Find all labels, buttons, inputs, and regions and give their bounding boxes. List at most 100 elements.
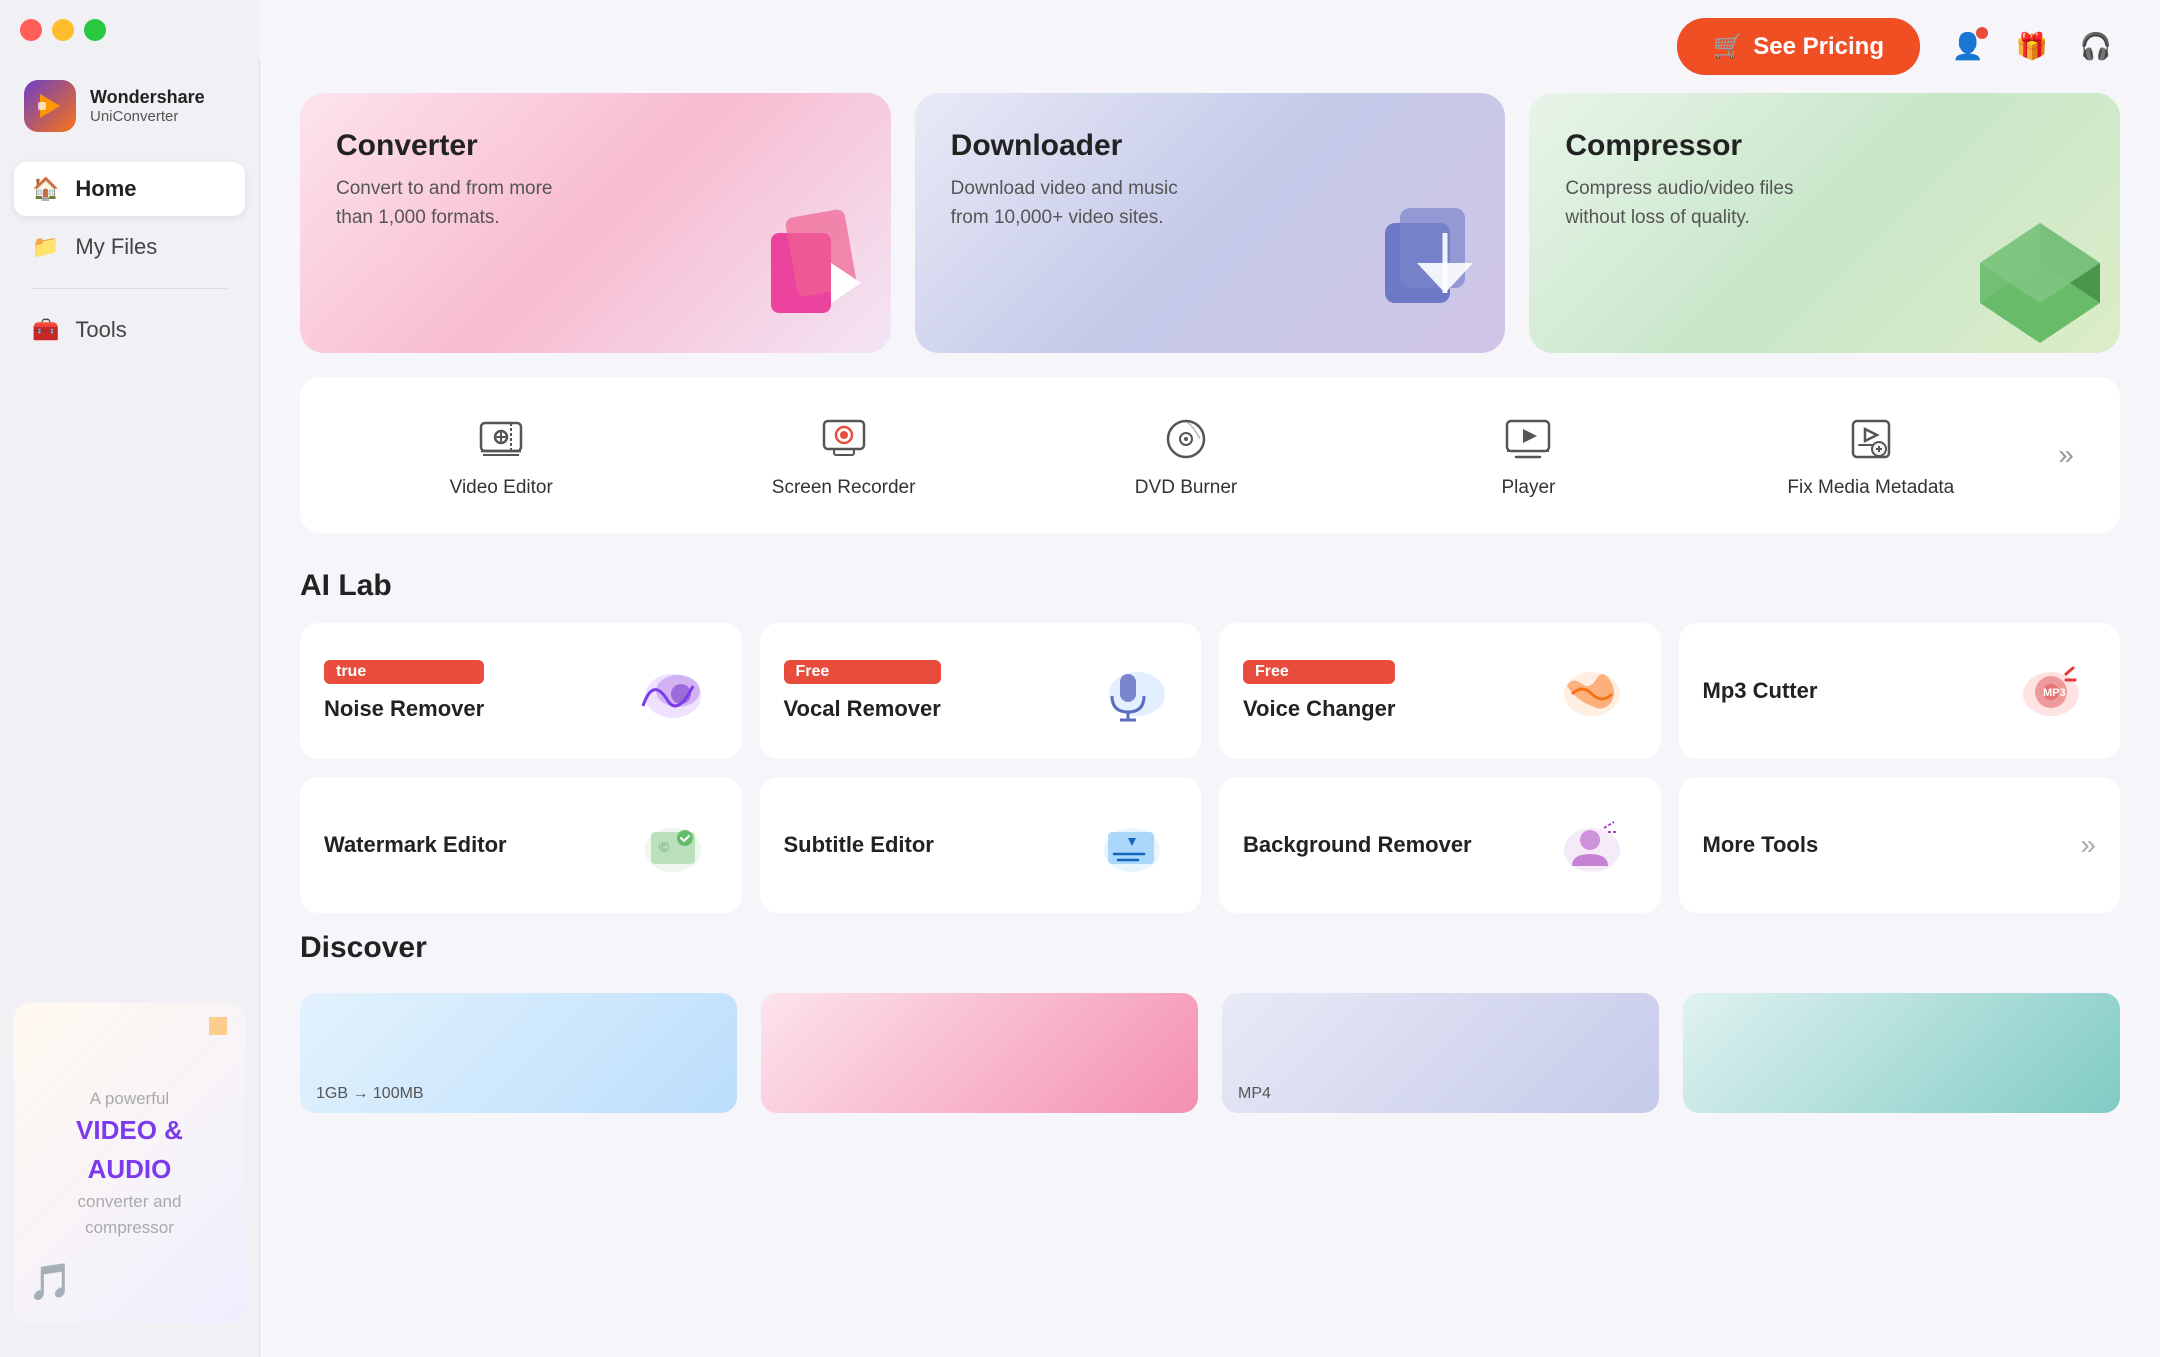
sidebar: Wondershare UniConverter 🏠 Home 📁 My Fil… [0,0,260,1357]
close-button[interactable] [20,19,42,41]
tools-chevron-right[interactable]: » [2042,431,2090,479]
downloader-card[interactable]: Downloader Download video and music from… [915,93,1506,353]
feature-cards-row: Converter Convert to and from more than … [300,93,2120,353]
tool-player[interactable]: Player [1357,397,1699,513]
tools-strip: Video Editor Screen Recorder [300,377,2120,533]
ad-line5: compressor [85,1218,174,1237]
user-badge [1976,27,1988,39]
ai-lab-row1: true Noise Remover [300,623,2120,759]
tools-icon: 🧰 [32,317,59,343]
ai-mp3-cutter[interactable]: Mp3 Cutter MP3 [1679,623,2121,759]
screen-recorder-icon [816,411,872,467]
voice-changer-img [1537,651,1637,731]
sidebar-ad-banner: A powerful VIDEO & AUDIO converter and c… [14,1003,245,1323]
voice-changer-free-badge: Free [1243,660,1395,684]
ai-lab-row2: Watermark Editor © [300,777,2120,913]
ai-voice-changer[interactable]: Free Voice Changer [1219,623,1661,759]
gift-icon-button[interactable]: 🎁 [2008,23,2056,71]
video-editor-label: Video Editor [450,477,553,499]
ai-vocal-remover[interactable]: Free Vocal Remover [760,623,1202,759]
see-pricing-label: See Pricing [1753,33,1884,61]
minimize-button[interactable] [52,19,74,41]
discover-title: Discover [300,931,2120,965]
ai-subtitle-editor[interactable]: Subtitle Editor [760,777,1202,913]
logo-text-area: Wondershare UniConverter [90,87,205,126]
downloader-desc: Download video and music from 10,000+ vi… [951,175,1191,232]
tool-screen-recorder[interactable]: Screen Recorder [672,397,1014,513]
ai-lab-section: AI Lab true Noise Remover [300,569,2120,913]
files-icon: 📁 [32,234,59,260]
sidebar-item-myfiles[interactable]: 📁 My Files [14,220,245,274]
background-remover-info: Background Remover [1243,832,1472,858]
ad-line3: AUDIO [88,1154,172,1184]
ai-noise-remover[interactable]: true Noise Remover [300,623,742,759]
ai-background-remover[interactable]: Background Remover [1219,777,1661,913]
dvd-burner-icon [1158,411,1214,467]
tool-video-editor[interactable]: Video Editor [330,397,672,513]
headset-icon: 🎧 [2080,31,2112,62]
app-logo: Wondershare UniConverter [0,60,259,162]
logo-icon [24,80,76,132]
sidebar-files-label: My Files [75,234,157,260]
subtitle-editor-info: Subtitle Editor [784,832,934,858]
header: 🛒 See Pricing 👤 🎁 🎧 [260,0,2160,93]
ai-lab-title: AI Lab [300,569,2120,603]
discover-row: 1GB → 100MB MP4 [300,993,2120,1113]
voice-changer-info: Free Voice Changer [1243,660,1395,722]
discover-card-2[interactable] [761,993,1198,1113]
compressor-3d-icon [1950,193,2120,353]
background-remover-label: Background Remover [1243,832,1472,858]
discover-card-1[interactable]: 1GB → 100MB [300,993,737,1113]
mp3-cutter-img: MP3 [1996,651,2096,731]
ad-deco-dot1 [209,1017,227,1035]
watermark-editor-label: Watermark Editor [324,832,507,858]
fix-media-metadata-label: Fix Media Metadata [1787,477,1954,499]
sidebar-item-tools[interactable]: 🧰 Tools [14,303,245,357]
main-content: 🛒 See Pricing 👤 🎁 🎧 Converter Convert to… [260,0,2160,1357]
tool-fix-media-metadata[interactable]: Fix Media Metadata [1700,397,2042,513]
ad-line2: VIDEO & [76,1115,183,1145]
player-icon [1500,411,1556,467]
maximize-button[interactable] [84,19,106,41]
cart-icon: 🛒 [1713,32,1743,61]
dvd-burner-label: DVD Burner [1135,477,1237,499]
more-tools-label: More Tools [1703,832,1819,858]
gift-icon: 🎁 [2016,31,2048,62]
noise-remover-label: Noise Remover [324,696,484,722]
downloader-icon-area [1325,173,1505,353]
noise-remover-free-badge: true [324,660,484,684]
converter-card[interactable]: Converter Convert to and from more than … [300,93,891,353]
window-controls [0,0,260,60]
discover-card-4[interactable] [1683,993,2120,1113]
ad-deco-icon: 🎵 [28,1261,73,1303]
fix-media-metadata-icon [1843,411,1899,467]
home-icon: 🏠 [32,176,59,202]
watermark-editor-img: © [618,805,718,885]
converter-desc: Convert to and from more than 1,000 form… [336,175,576,232]
ai-more-tools[interactable]: More Tools » [1679,777,2121,913]
svg-text:MP3: MP3 [2043,687,2066,699]
compressor-card[interactable]: Compressor Compress audio/video files wi… [1529,93,2120,353]
player-label: Player [1501,477,1555,499]
ad-line4: converter and [78,1192,182,1211]
tool-dvd-burner[interactable]: DVD Burner [1015,397,1357,513]
converter-icon-area [711,173,891,353]
compressor-title: Compressor [1565,129,2084,163]
content-area: Converter Convert to and from more than … [260,93,2160,1153]
mp3-cutter-info: Mp3 Cutter [1703,678,1818,704]
noise-remover-img [618,651,718,731]
video-editor-icon [473,411,529,467]
discover-card-3[interactable]: MP4 [1222,993,1659,1113]
compressor-desc: Compress audio/video files without loss … [1565,175,1805,232]
sidebar-item-home[interactable]: 🏠 Home [14,162,245,216]
see-pricing-button[interactable]: 🛒 See Pricing [1677,18,1920,75]
more-tools-chevron-icon: » [2080,829,2096,861]
ai-watermark-editor[interactable]: Watermark Editor © [300,777,742,913]
user-icon-button[interactable]: 👤 [1944,23,1992,71]
background-remover-img [1537,805,1637,885]
headset-icon-button[interactable]: 🎧 [2072,23,2120,71]
discover-section: Discover 1GB → 100MB MP4 [300,931,2120,1113]
subtitle-editor-img [1077,805,1177,885]
subtitle-editor-label: Subtitle Editor [784,832,934,858]
watermark-editor-info: Watermark Editor [324,832,507,858]
